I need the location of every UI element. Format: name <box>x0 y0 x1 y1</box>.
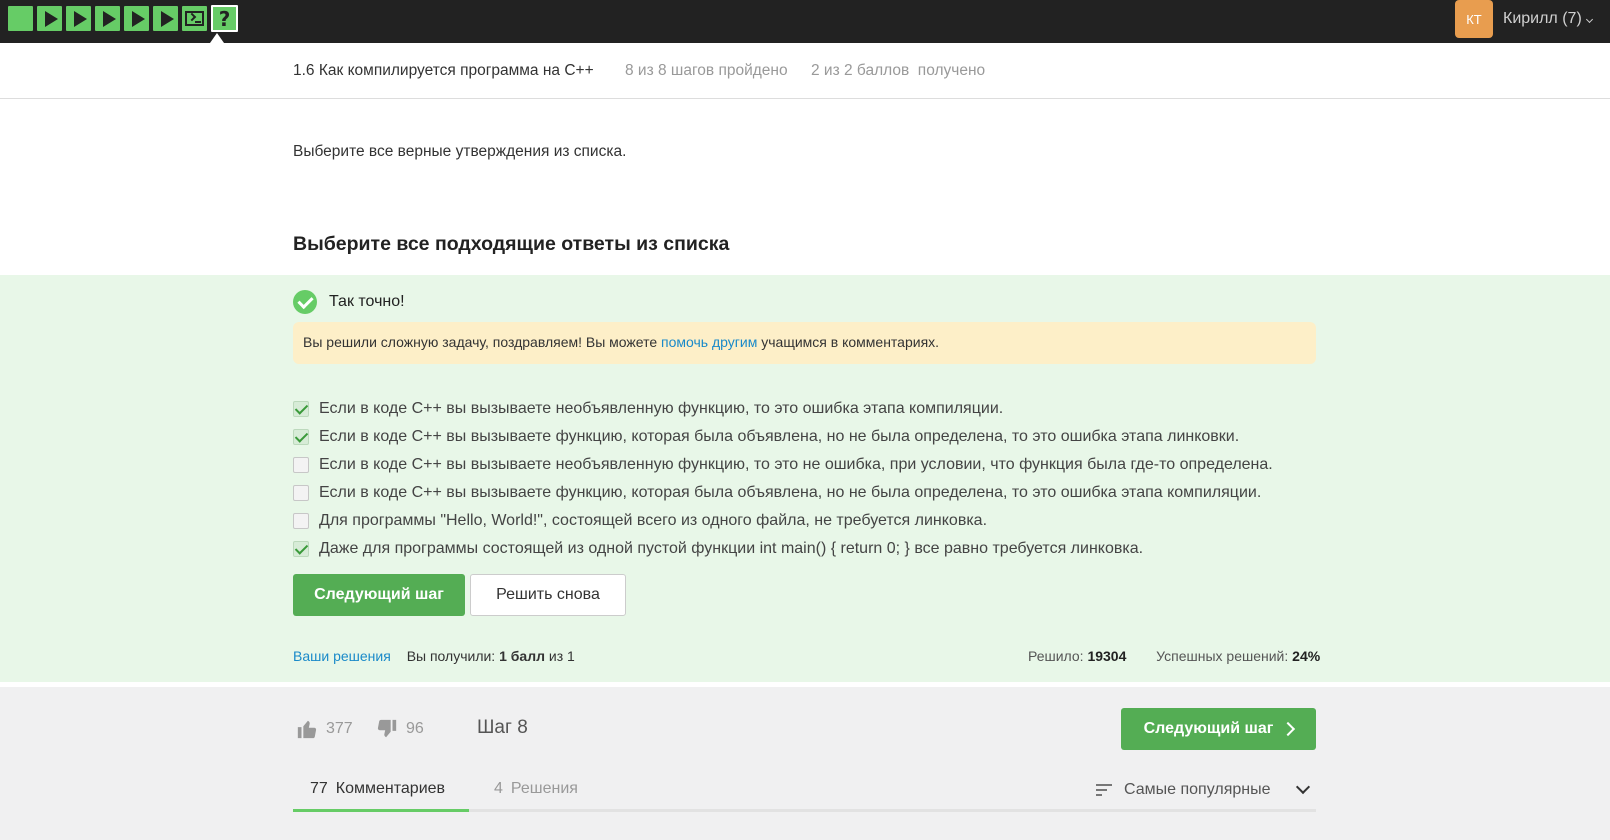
tab-count: 77 <box>310 780 328 797</box>
global-stats: Решило: 19304 Успешных решений: 24% <box>1028 648 1320 664</box>
chevron-down-icon <box>1296 779 1311 795</box>
thumbs-down-icon <box>377 719 397 738</box>
tab-comments[interactable]: 77 Комментариев <box>293 780 469 812</box>
received-value: 1 балл <box>499 648 545 664</box>
step-1-text-icon[interactable] <box>8 6 33 31</box>
answer-option[interactable]: Если в коде C++ вы вызываете функцию, ко… <box>293 423 1273 451</box>
question-text: Выберите все верные утверждения из списк… <box>293 143 627 160</box>
step-label: Шаг 8 <box>477 717 528 738</box>
tab-count: 4 <box>494 780 503 797</box>
answer-option[interactable]: Для программы "Hello, World!", состоящей… <box>293 507 1273 535</box>
top-navigation-bar: ? КТ Кирилл (7) <box>0 0 1610 43</box>
congrats-text-after: учащимся в комментариях. <box>757 334 940 350</box>
dislike-count: 96 <box>406 720 424 737</box>
dislike-button[interactable]: 96 <box>376 718 424 740</box>
answer-option[interactable]: Если в коде C++ вы вызываете функцию, ко… <box>293 479 1273 507</box>
your-solutions-link[interactable]: Ваши решения <box>293 648 391 664</box>
answer-checkbox[interactable] <box>293 429 309 445</box>
thumbs-up-icon <box>297 720 317 739</box>
answer-option-text: Для программы "Hello, World!", состоящей… <box>319 512 988 529</box>
answer-checkbox[interactable] <box>293 541 309 557</box>
sort-dropdown[interactable]: Самые популярные <box>1096 779 1311 799</box>
congrats-banner: Вы решили сложную задачу, поздравляем! В… <box>293 322 1316 364</box>
solved-label: Решило: <box>1028 648 1084 664</box>
retry-button[interactable]: Решить снова <box>470 574 626 616</box>
answer-option-text: Если в коде C++ вы вызываете необъявленн… <box>319 400 1004 417</box>
answer-checkbox[interactable] <box>293 513 309 529</box>
next-step-button[interactable]: Следующий шаг <box>293 574 465 616</box>
help-others-link[interactable]: помочь другим <box>661 334 757 350</box>
answer-option[interactable]: Если в коде C++ вы вызываете необъявленн… <box>293 395 1273 423</box>
success-label: Успешных решений: <box>1156 648 1289 664</box>
answer-option-text: Даже для программы состоящей из одной пу… <box>319 540 1144 557</box>
received-label: Вы получили: <box>406 648 496 664</box>
lesson-header: 1.6 Как компилируется программа на C++ 8… <box>0 43 1610 99</box>
answer-option-text: Если в коде C++ вы вызываете необъявленн… <box>319 456 1273 473</box>
answer-option[interactable]: Если в коде C++ вы вызываете необъявленн… <box>293 451 1273 479</box>
answer-checkbox[interactable] <box>293 401 309 417</box>
tab-solutions[interactable]: 4 Решения <box>494 780 578 812</box>
received-of: из 1 <box>548 648 575 664</box>
answer-option-text: Если в коде C++ вы вызываете функцию, ко… <box>319 428 1240 445</box>
step-5-play-icon[interactable] <box>124 6 149 31</box>
chevron-down-icon[interactable] <box>1585 15 1594 24</box>
next-step-button-footer[interactable]: Следующий шаг <box>1121 708 1316 750</box>
result-message: Так точно! <box>329 293 405 310</box>
sort-label: Самые популярные <box>1124 781 1271 798</box>
step-footer <box>0 687 1610 840</box>
avatar[interactable]: КТ <box>1455 0 1493 38</box>
lesson-progress: 8 из 8 шагов пройдено <box>625 62 788 79</box>
congrats-text-before: Вы решили сложную задачу, поздравляем! В… <box>303 334 662 350</box>
submission-stats: Ваши решения Вы получили: 1 балл из 1 <box>293 648 575 664</box>
username[interactable]: Кирилл (7) <box>1503 10 1582 28</box>
like-button[interactable]: 377 <box>296 718 353 740</box>
tab-label: Комментариев <box>335 780 446 797</box>
step-2-play-icon[interactable] <box>37 6 62 31</box>
answer-checkbox[interactable] <box>293 485 309 501</box>
answer-option-text: Если в коде C++ вы вызываете функцию, ко… <box>319 484 1262 501</box>
check-circle-icon <box>293 290 317 314</box>
answer-options: Если в коде C++ вы вызываете необъявленн… <box>293 395 1273 563</box>
step-7-terminal-icon[interactable] <box>182 6 207 31</box>
answer-checkbox[interactable] <box>293 457 309 473</box>
chevron-right-icon <box>1281 721 1296 737</box>
lesson-title[interactable]: 1.6 Как компилируется программа на C++ <box>293 62 594 80</box>
current-step-pointer <box>210 33 224 43</box>
like-count: 377 <box>326 720 353 737</box>
step-list: ? <box>8 5 238 32</box>
answer-option[interactable]: Даже для программы состоящей из одной пу… <box>293 535 1273 563</box>
step-6-play-icon[interactable] <box>153 6 178 31</box>
step-8-question-icon[interactable]: ? <box>211 5 238 32</box>
next-step-label: Следующий шаг <box>1143 720 1274 737</box>
lesson-score: 2 из 2 баллов получено <box>811 62 986 79</box>
tab-label: Решения <box>510 780 578 797</box>
quiz-title: Выберите все подходящие ответы из списка <box>293 233 730 255</box>
step-3-play-icon[interactable] <box>66 6 91 31</box>
success-rate: 24% <box>1292 648 1321 664</box>
solved-count: 19304 <box>1087 648 1127 664</box>
step-4-play-icon[interactable] <box>95 6 120 31</box>
sort-icon <box>1096 784 1112 796</box>
